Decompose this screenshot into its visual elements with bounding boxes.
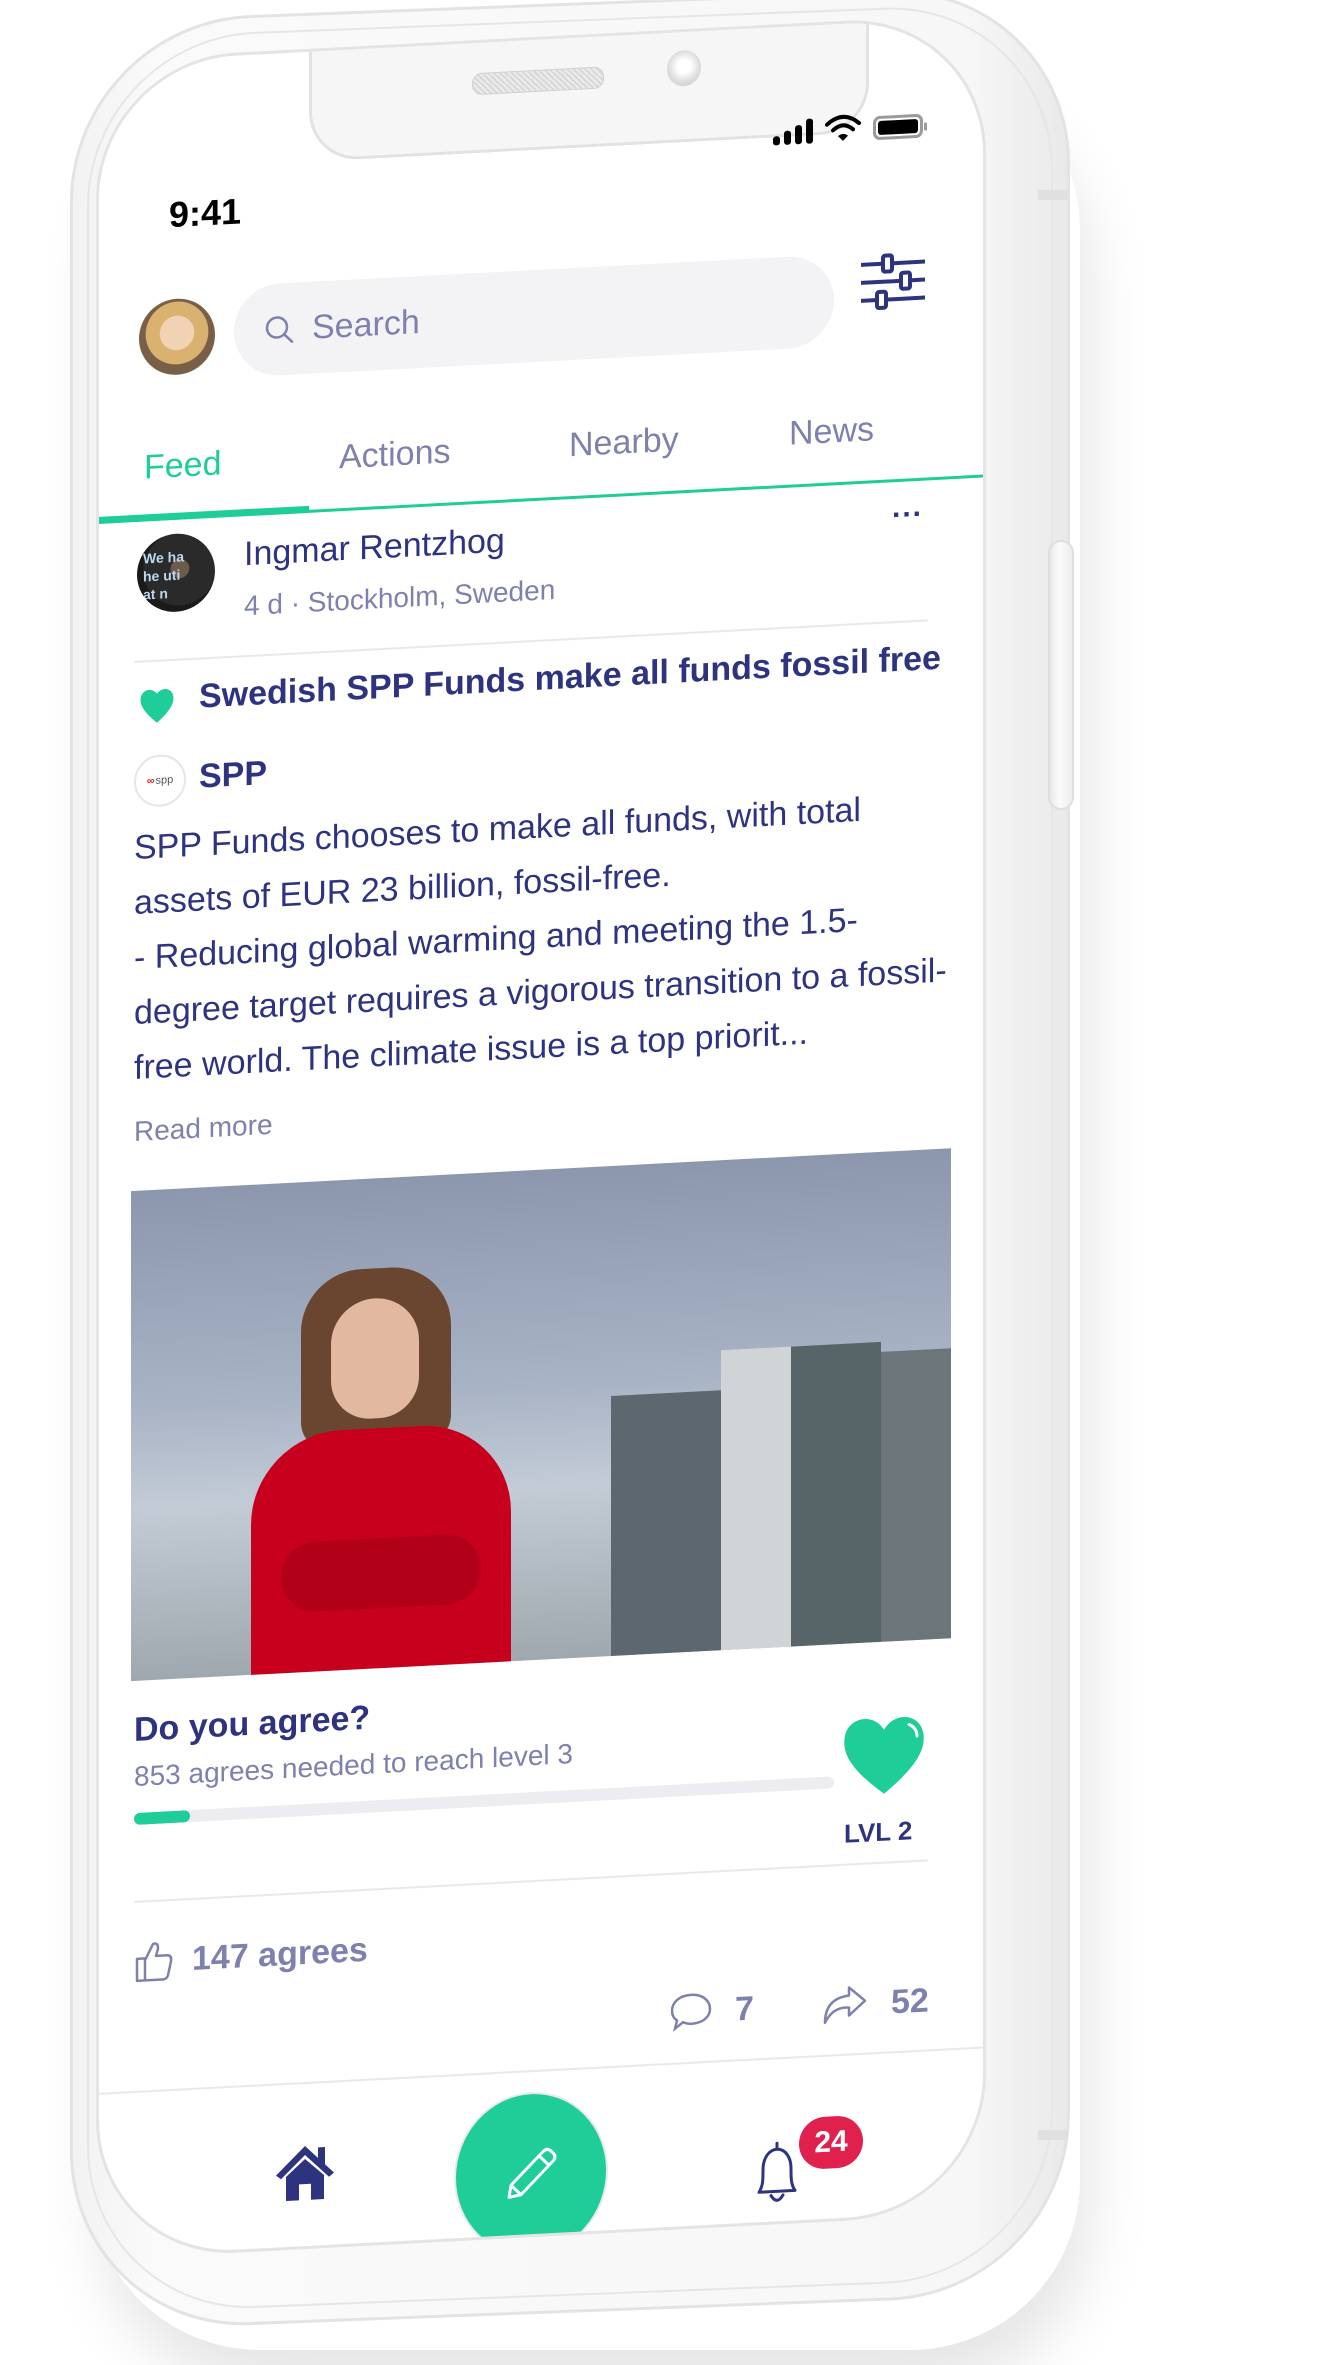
wifi-icon	[825, 114, 861, 141]
tab-actions[interactable]: Actions	[339, 432, 451, 477]
bell-icon[interactable]	[749, 2138, 805, 2211]
phone-screen: 9:41 Search Feed Actions Nearby News ...…	[96, 13, 986, 2260]
photo-building	[721, 1346, 791, 1651]
post-meta: 4 d · Stockholm, Sweden	[244, 573, 556, 622]
level-label: LVL 2	[844, 1815, 913, 1849]
user-avatar[interactable]	[139, 296, 215, 377]
pencil-icon	[507, 2147, 557, 2199]
tab-active-indicator	[99, 505, 309, 524]
comments-count: 7	[735, 1989, 754, 2029]
post-photo[interactable]	[131, 1148, 951, 1682]
home-icon[interactable]	[274, 2142, 336, 2203]
photo-building	[881, 1348, 951, 1642]
photo-person-face	[331, 1296, 419, 1421]
thumbs-up-icon	[135, 1942, 173, 1983]
front-camera	[667, 49, 701, 88]
battery-icon	[873, 113, 923, 141]
tab-feed[interactable]: Feed	[144, 444, 222, 487]
compose-button[interactable]	[454, 2088, 608, 2260]
agrees-count: 147 agrees	[192, 1930, 368, 1978]
level-progress-fill	[134, 1810, 190, 1826]
shares-stat[interactable]: 52	[819, 1979, 929, 2027]
tab-nearby[interactable]: Nearby	[569, 420, 679, 465]
shares-count: 52	[891, 1980, 929, 2021]
author-avatar[interactable]: We ha he uti at n	[137, 531, 215, 614]
phone-side-button	[1048, 540, 1074, 810]
read-more-link[interactable]: Read more	[134, 1109, 273, 1148]
divider	[134, 1859, 928, 1904]
author-name[interactable]: Ingmar Rentzhog	[244, 522, 505, 575]
search-input[interactable]: Search	[234, 254, 834, 378]
more-options-icon[interactable]: ...	[892, 490, 923, 526]
share-icon	[823, 1986, 867, 2025]
agree-heart-button[interactable]	[839, 1709, 929, 1798]
photo-building	[611, 1390, 721, 1657]
source-name[interactable]: SPP	[199, 754, 267, 797]
phone-antenna-line	[1038, 190, 1068, 200]
speaker-grille	[472, 66, 604, 96]
post-title[interactable]: Swedish SPP Funds make all funds fossil …	[199, 639, 941, 717]
heart-icon	[140, 689, 174, 723]
comment-icon	[670, 1993, 712, 2032]
signal-icon	[773, 118, 813, 146]
photo-person-arms	[281, 1532, 481, 1614]
phone-antenna-line	[1038, 2130, 1068, 2140]
post-body: SPP Funds chooses to make all funds, wit…	[134, 790, 947, 1088]
agree-question: Do you agree?	[134, 1698, 371, 1750]
status-time: 9:41	[169, 190, 242, 236]
source-logo: ∞ spp	[134, 753, 186, 809]
tab-news[interactable]: News	[789, 410, 874, 453]
comments-stat[interactable]: 7	[669, 1989, 754, 2033]
search-icon	[265, 316, 294, 343]
notification-badge: 24	[799, 2114, 863, 2171]
sliders-icon[interactable]	[859, 249, 929, 313]
search-placeholder: Search	[312, 302, 420, 347]
photo-building	[791, 1341, 881, 1647]
tab-bar: Feed Actions Nearby News	[99, 387, 983, 524]
agrees-stat[interactable]: 147 agrees	[134, 1929, 368, 1983]
